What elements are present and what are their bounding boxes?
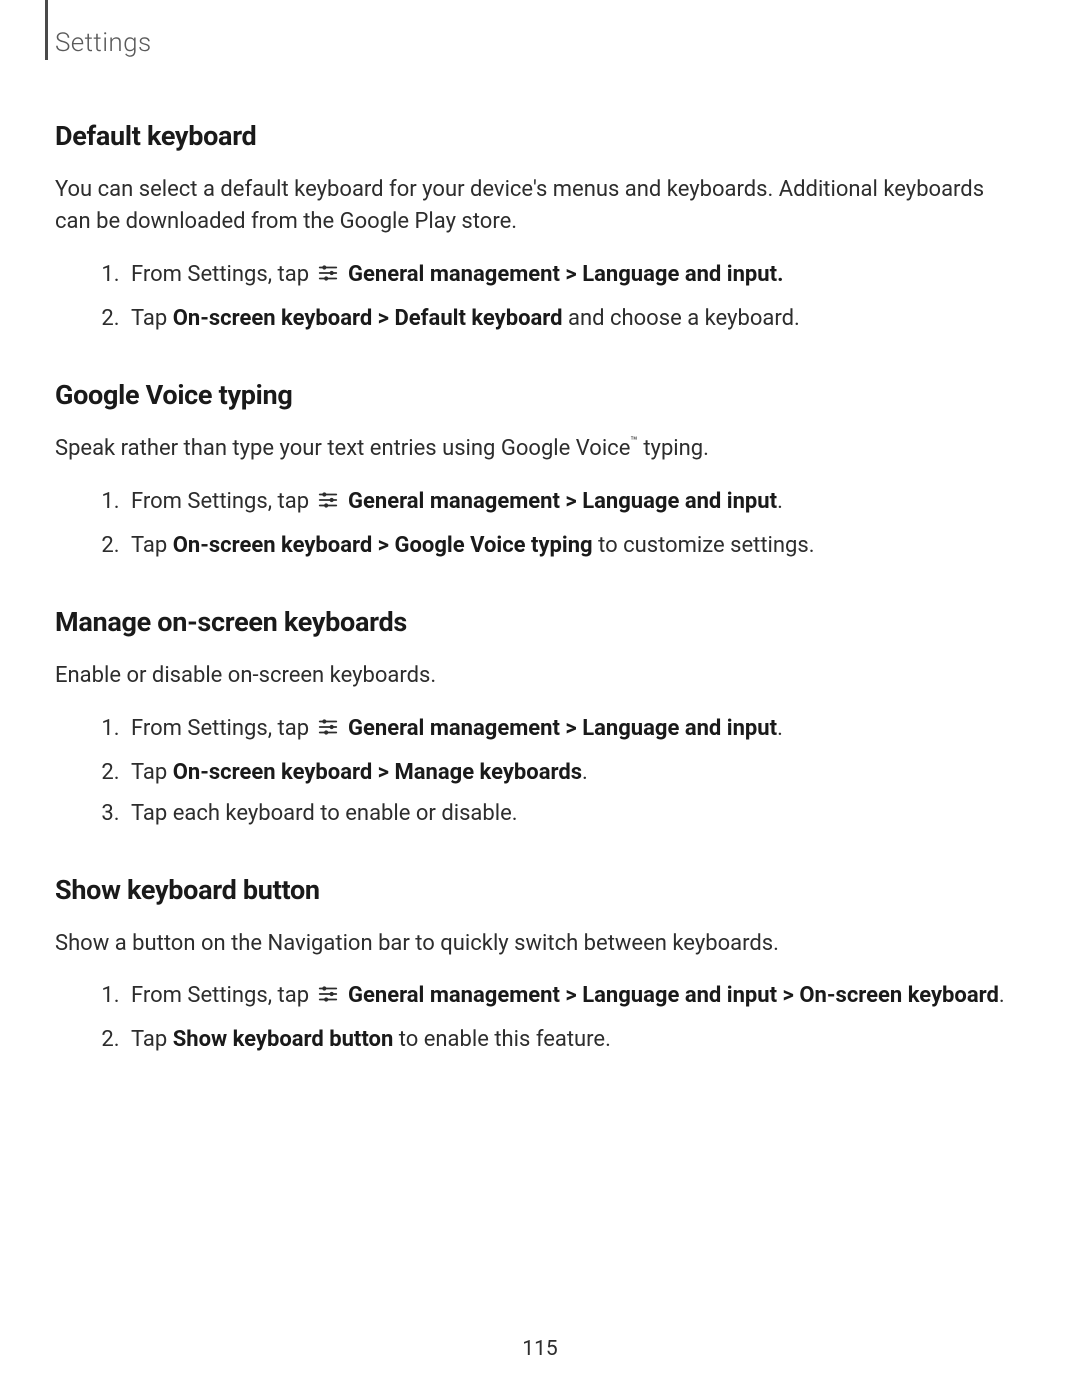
step-text: Tap <box>131 1027 173 1052</box>
step-item: From Settings, tap General management > … <box>125 485 1025 521</box>
intro-manage-keyboards: Enable or disable on-screen keyboards. <box>55 660 1025 692</box>
step-text: . <box>777 716 783 741</box>
step-bold: General management > Language and input. <box>348 262 783 287</box>
step-bold: On-screen keyboard > Google Voice typing <box>173 533 593 558</box>
intro-google-voice: Speak rather than type your text entries… <box>55 433 1025 465</box>
step-bold: Show keyboard button <box>173 1027 394 1052</box>
step-text: Tap <box>131 760 173 785</box>
steps-manage-keyboards: From Settings, tap General management > … <box>55 712 1025 830</box>
step-text: From Settings, tap <box>131 716 315 741</box>
step-item: Tap Show keyboard button to enable this … <box>125 1023 1025 1056</box>
step-text: Tap each keyboard to enable or disable. <box>131 801 518 826</box>
step-item: Tap On-screen keyboard > Manage keyboard… <box>125 756 1025 789</box>
step-text: to customize settings. <box>593 533 815 558</box>
page-header-label: Settings <box>55 28 1025 58</box>
step-bold: General management > Language and input <box>348 716 777 741</box>
step-text: . <box>999 983 1005 1008</box>
step-bold: General management > Language and input … <box>348 983 999 1008</box>
trademark-symbol: ™ <box>630 434 638 448</box>
step-bold: On-screen keyboard > Default keyboard <box>173 306 563 331</box>
step-text: and choose a keyboard. <box>563 306 800 331</box>
intro-text: typing. <box>638 436 709 461</box>
step-item: Tap each keyboard to enable or disable. <box>125 797 1025 830</box>
steps-default-keyboard: From Settings, tap General management > … <box>55 258 1025 335</box>
page-number: 115 <box>0 1337 1080 1361</box>
step-text: . <box>582 760 588 785</box>
section-google-voice: Google Voice typing Speak rather than ty… <box>55 379 1025 562</box>
section-show-keyboard-button: Show keyboard button Show a button on th… <box>55 874 1025 1057</box>
section-manage-keyboards: Manage on-screen keyboards Enable or dis… <box>55 606 1025 830</box>
sliders-icon <box>317 715 339 748</box>
step-text: From Settings, tap <box>131 983 315 1008</box>
step-bold: General management > Language and input <box>348 489 777 514</box>
step-item: From Settings, tap General management > … <box>125 979 1025 1015</box>
sliders-icon <box>317 261 339 294</box>
step-text: From Settings, tap <box>131 262 315 287</box>
step-item: From Settings, tap General management > … <box>125 258 1025 294</box>
heading-default-keyboard: Default keyboard <box>55 120 1025 152</box>
step-item: Tap On-screen keyboard > Google Voice ty… <box>125 529 1025 562</box>
step-text: From Settings, tap <box>131 489 315 514</box>
step-text: to enable this feature. <box>393 1027 611 1052</box>
step-text: Tap <box>131 306 173 331</box>
intro-default-keyboard: You can select a default keyboard for yo… <box>55 174 1025 238</box>
section-default-keyboard: Default keyboard You can select a defaul… <box>55 120 1025 335</box>
steps-show-keyboard-button: From Settings, tap General management > … <box>55 979 1025 1056</box>
intro-show-keyboard-button: Show a button on the Navigation bar to q… <box>55 928 1025 960</box>
heading-google-voice: Google Voice typing <box>55 379 1025 411</box>
step-item: From Settings, tap General management > … <box>125 712 1025 748</box>
heading-show-keyboard-button: Show keyboard button <box>55 874 1025 906</box>
header-left-rule <box>45 0 48 60</box>
steps-google-voice: From Settings, tap General management > … <box>55 485 1025 562</box>
sliders-icon <box>317 982 339 1015</box>
step-item: Tap On-screen keyboard > Default keyboar… <box>125 302 1025 335</box>
step-bold: On-screen keyboard > Manage keyboards <box>173 760 582 785</box>
sliders-icon <box>317 488 339 521</box>
heading-manage-keyboards: Manage on-screen keyboards <box>55 606 1025 638</box>
intro-text: Speak rather than type your text entries… <box>55 436 630 461</box>
step-text: . <box>777 489 783 514</box>
step-text: Tap <box>131 533 173 558</box>
